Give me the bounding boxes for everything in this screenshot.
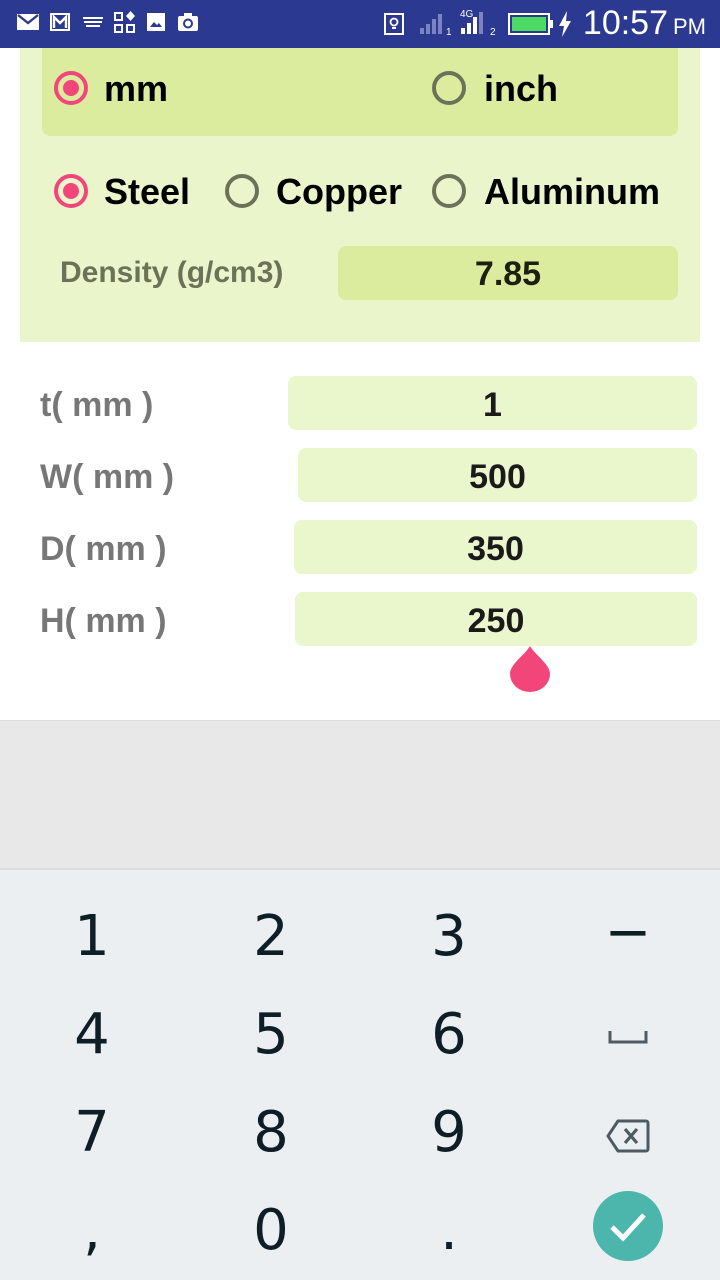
keyboard-suggestion-strip xyxy=(0,720,720,869)
key-0[interactable]: 0 xyxy=(181,1182,361,1280)
key-8[interactable]: 8 xyxy=(181,1084,361,1182)
thickness-input[interactable]: 1 xyxy=(288,376,697,430)
screen-cast-icon xyxy=(384,13,404,35)
status-bar: 1 4G 2 10:57 PM xyxy=(0,0,720,48)
density-label: Density (g/cm3) xyxy=(60,256,284,289)
key-1[interactable]: 1 xyxy=(2,888,182,986)
radio-selected-icon[interactable] xyxy=(54,174,88,208)
key-minus[interactable]: − xyxy=(538,884,718,982)
material-label-copper: Copper xyxy=(276,171,402,212)
svg-text:4G: 4G xyxy=(460,9,474,20)
material-radio-steel[interactable]: Steel xyxy=(52,171,202,214)
camera-icon xyxy=(178,13,198,31)
width-label: W( mm ) xyxy=(40,458,175,496)
clock-ampm: PM xyxy=(673,14,706,39)
unit-label-inch: inch xyxy=(484,68,559,109)
density-field[interactable]: 7.85 xyxy=(338,246,678,300)
key-period[interactable]: . xyxy=(359,1182,539,1280)
email-icon xyxy=(17,14,39,30)
radio-unselected-icon[interactable] xyxy=(225,174,259,208)
gallery-icon xyxy=(147,13,165,31)
key-4[interactable]: 4 xyxy=(2,986,182,1084)
radio-selected-icon[interactable] xyxy=(54,71,88,105)
material-label-aluminum: Aluminum xyxy=(484,171,660,212)
key-2[interactable]: 2 xyxy=(181,888,361,986)
depth-input[interactable]: 350 xyxy=(294,520,697,574)
space-icon xyxy=(608,1030,648,1044)
width-input[interactable]: 500 xyxy=(298,448,697,502)
depth-label: D( mm ) xyxy=(40,530,167,568)
gmail-icon xyxy=(50,13,70,31)
key-6[interactable]: 6 xyxy=(359,986,539,1084)
charging-icon xyxy=(559,11,571,37)
key-5[interactable]: 5 xyxy=(181,986,361,1084)
battery-icon xyxy=(508,13,553,35)
key-3[interactable]: 3 xyxy=(359,888,539,986)
numeric-keyboard: 1 2 3 − 4 5 6 7 8 9 , 0 . xyxy=(0,868,720,1280)
svg-text:2: 2 xyxy=(490,27,496,36)
signal-4g-sim2-icon: 4G 2 xyxy=(460,9,496,36)
key-9[interactable]: 9 xyxy=(359,1084,539,1182)
key-space[interactable] xyxy=(538,986,718,1084)
key-done[interactable] xyxy=(538,1174,718,1272)
key-7[interactable]: 7 xyxy=(2,1084,182,1182)
signal-sim1-icon: 1 xyxy=(420,14,452,36)
radio-unselected-icon[interactable] xyxy=(432,174,466,208)
radio-unselected-icon[interactable] xyxy=(432,71,466,105)
unit-label-mm: mm xyxy=(104,68,169,109)
material-radio-copper[interactable]: Copper xyxy=(224,171,414,214)
height-label: H( mm ) xyxy=(40,602,167,640)
thickness-label: t( mm ) xyxy=(40,386,154,424)
key-comma[interactable]: , xyxy=(2,1182,182,1280)
material-label-steel: Steel xyxy=(104,171,191,212)
done-check-icon xyxy=(593,1190,663,1261)
height-input[interactable]: 250 xyxy=(295,592,697,646)
clock-time: 10:57 xyxy=(582,4,668,42)
material-radio-aluminum[interactable]: Aluminum xyxy=(432,171,672,214)
backspace-icon xyxy=(606,1119,650,1153)
key-backspace[interactable] xyxy=(538,1084,718,1182)
unit-radio-inch[interactable]: inch xyxy=(430,68,580,111)
text-cursor-handle[interactable] xyxy=(510,646,550,692)
unit-radio-mm[interactable]: mm xyxy=(52,68,182,111)
apps-icon xyxy=(114,11,135,33)
keyboard-icon xyxy=(83,17,103,27)
svg-text:1: 1 xyxy=(446,27,452,36)
